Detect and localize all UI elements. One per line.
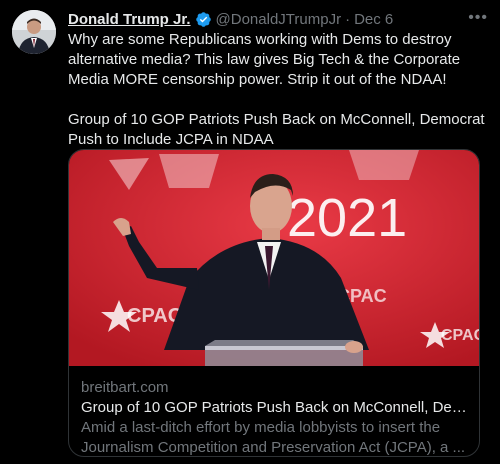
verified-badge-icon (195, 11, 211, 27)
card-domain: breitbart.com (81, 379, 169, 396)
separator-dot: · (345, 10, 351, 28)
cpac-logo-corner: CPAC (441, 327, 479, 344)
tweet-date[interactable]: Dec 6 (354, 11, 393, 28)
author-name[interactable]: Donald Trump Jr. (68, 11, 191, 28)
year-banner-text: 2021 (287, 188, 407, 248)
author-handle[interactable]: @DonaldJTrumpJr (216, 11, 342, 28)
card-image: 2021 CPAC CPAC CPAC (69, 150, 479, 366)
avatar-image (12, 10, 56, 54)
tweet-text: Why are some Republicans working with De… (68, 30, 488, 150)
avatar[interactable] (12, 10, 56, 54)
tweet-header: Donald Trump Jr. @DonaldJTrumpJr · Dec 6… (68, 9, 488, 29)
card-meta: breitbart.com Group of 10 GOP Patriots P… (81, 378, 467, 456)
card-description: Amid a last-ditch effort by media lobbyi… (81, 419, 466, 456)
tweet[interactable]: Donald Trump Jr. @DonaldJTrumpJr · Dec 6… (0, 0, 500, 464)
tweet-text-headline: Group of 10 GOP Patriots Push Back on Mc… (68, 111, 485, 148)
card-title[interactable]: Group of 10 GOP Patriots Push Back on Mc… (81, 398, 467, 418)
tweet-text-paragraph: Why are some Republicans working with De… (68, 31, 461, 88)
more-options-icon[interactable]: ••• (468, 9, 488, 27)
link-card[interactable]: 2021 CPAC CPAC CPAC (68, 149, 480, 457)
